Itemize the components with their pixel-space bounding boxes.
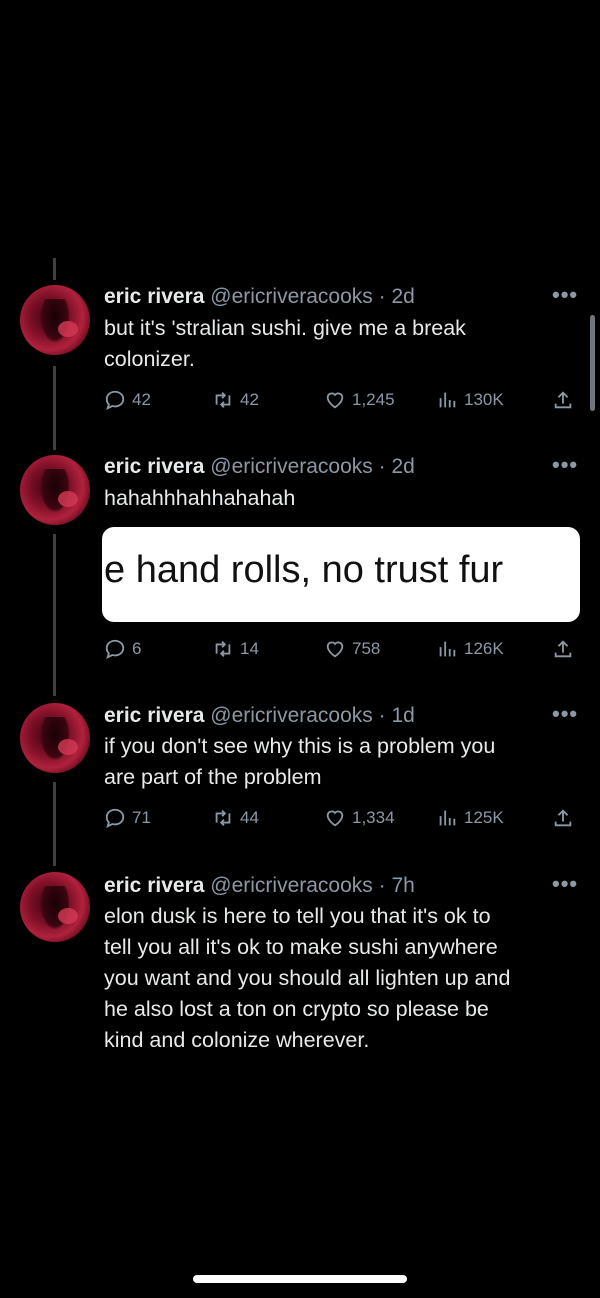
embedded-text-image[interactable]: e hand rolls, no trust fur <box>102 527 580 622</box>
tweet-actions: 6 14 758 126K <box>104 638 580 664</box>
home-indicator[interactable] <box>193 1275 407 1283</box>
share-button[interactable] <box>552 389 574 411</box>
author-handle[interactable]: @ericriveracooks <box>210 455 373 478</box>
avatar[interactable] <box>20 703 90 773</box>
views-button[interactable]: 125K <box>436 807 504 829</box>
timestamp[interactable]: · 1d <box>379 704 415 727</box>
author-handle[interactable]: @ericriveracooks <box>210 704 373 727</box>
reply-button[interactable]: 71 <box>104 807 151 829</box>
tweet-actions: 42 42 1,245 130K <box>104 389 580 415</box>
retweet-count: 14 <box>240 639 259 658</box>
views-count: 126K <box>464 639 504 658</box>
share-icon <box>554 391 572 409</box>
tweet-text-line: elon dusk is here to tell you that it's … <box>104 904 491 928</box>
avatar[interactable] <box>20 872 90 942</box>
reply-icon <box>105 390 125 410</box>
tweet-actions: 71 44 1,334 125K <box>104 807 580 833</box>
tweet-text: if you don't see why this is a problem y… <box>104 731 574 793</box>
tweet-text-line: kind and colonize wherever. <box>104 1028 370 1052</box>
tweet-text-line: tell you all it's ok to make sushi anywh… <box>104 935 498 959</box>
tweet-text-line: hahahhhahhahahah <box>104 486 296 510</box>
like-button[interactable]: 1,245 <box>324 389 395 411</box>
heart-icon <box>326 810 344 827</box>
like-count: 1,245 <box>352 390 395 409</box>
like-count: 1,334 <box>352 808 395 827</box>
tweet-text-line: if you don't see why this is a problem y… <box>104 734 496 758</box>
like-button[interactable]: 758 <box>324 638 380 660</box>
share-button[interactable] <box>552 638 574 660</box>
retweet-count: 44 <box>240 808 259 827</box>
retweet-icon <box>215 392 231 408</box>
avatar[interactable] <box>20 455 90 525</box>
retweet-icon <box>215 641 231 657</box>
reply-icon <box>105 808 125 828</box>
timestamp[interactable]: · 2d <box>379 455 415 478</box>
retweet-button[interactable]: 44 <box>212 807 259 829</box>
views-button[interactable]: 126K <box>436 638 504 660</box>
thread-line-1 <box>53 366 56 450</box>
tweet-text: elon dusk is here to tell you that it's … <box>104 901 574 1056</box>
author-name[interactable]: eric rivera <box>104 874 204 897</box>
heart-icon <box>326 392 344 409</box>
timestamp[interactable]: · 2d <box>379 285 415 308</box>
reply-button[interactable]: 6 <box>104 638 141 660</box>
thread-line-2 <box>53 534 56 696</box>
like-button[interactable]: 1,334 <box>324 807 395 829</box>
author-handle[interactable]: @ericriveracooks <box>210 285 373 308</box>
views-icon <box>439 810 456 826</box>
retweet-button[interactable]: 14 <box>212 638 259 660</box>
tweet-text-line: you want and you should all lighten up a… <box>104 966 511 990</box>
tweet-text: hahahhhahhahahah <box>104 483 574 514</box>
thread-line-top <box>53 258 56 280</box>
more-dots-icon[interactable]: ••• <box>552 282 578 308</box>
tweet-text-line: are part of the problem <box>104 765 322 789</box>
tweet-header: eric rivera @ericriveracooks · 2d <box>104 454 415 480</box>
avatar[interactable] <box>20 285 90 355</box>
more-dots-icon[interactable]: ••• <box>552 701 578 727</box>
scrollbar[interactable] <box>590 315 595 411</box>
retweet-count: 42 <box>240 390 259 409</box>
tweet-header: eric rivera @ericriveracooks · 1d <box>104 703 415 729</box>
retweet-button[interactable]: 42 <box>212 389 259 411</box>
heart-icon <box>326 641 344 658</box>
share-button[interactable] <box>552 807 574 829</box>
more-dots-icon[interactable]: ••• <box>552 452 578 478</box>
reply-count: 6 <box>132 639 142 658</box>
reply-count: 42 <box>132 390 151 409</box>
tweet-text: but it's 'stralian sushi. give me a brea… <box>104 313 574 375</box>
timestamp[interactable]: · 7h <box>379 874 415 897</box>
author-name[interactable]: eric rivera <box>104 704 204 727</box>
tweet-text-line: colonizer. <box>104 347 195 371</box>
views-count: 130K <box>464 390 504 409</box>
author-name[interactable]: eric rivera <box>104 285 204 308</box>
views-icon <box>439 392 456 408</box>
tweet-text-line: but it's 'stralian sushi. give me a brea… <box>104 316 466 340</box>
retweet-icon <box>215 810 231 826</box>
embed-text: e hand rolls, no trust fur <box>104 549 504 591</box>
share-icon <box>554 809 572 827</box>
thread-line-3 <box>53 782 56 866</box>
views-button[interactable]: 130K <box>436 389 504 411</box>
views-count: 125K <box>464 808 504 827</box>
like-count: 758 <box>352 639 381 658</box>
more-dots-icon[interactable]: ••• <box>552 871 578 897</box>
reply-button[interactable]: 42 <box>104 389 151 411</box>
reply-icon <box>105 639 125 659</box>
views-icon <box>439 641 456 657</box>
reply-count: 71 <box>132 808 151 827</box>
author-handle[interactable]: @ericriveracooks <box>210 874 373 897</box>
tweet-header: eric rivera @ericriveracooks · 2d <box>104 284 415 310</box>
share-icon <box>554 640 572 658</box>
author-name[interactable]: eric rivera <box>104 455 204 478</box>
tweet-header: eric rivera @ericriveracooks · 7h <box>104 873 415 899</box>
tweet-text-line: he also lost a ton on crypto so please b… <box>104 997 489 1021</box>
